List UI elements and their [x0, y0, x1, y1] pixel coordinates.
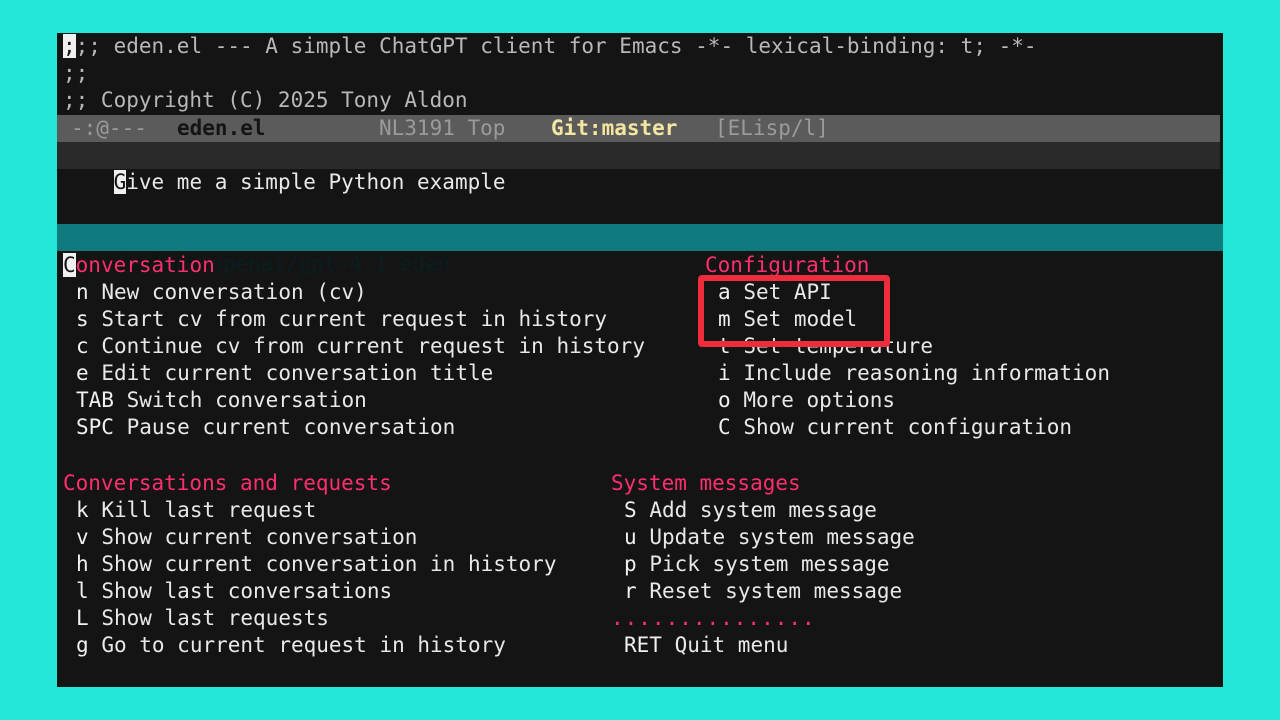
- menu-item-include-reasoning[interactable]: i Include reasoning information: [718, 360, 1110, 387]
- menu-item-switch-conversation[interactable]: TAB Switch conversation: [76, 387, 367, 414]
- menu-item-more-options[interactable]: o More options: [718, 387, 895, 414]
- menu-label: Show last requests: [101, 606, 329, 630]
- code-line-1-text: ;; eden.el --- A simple ChatGPT client f…: [75, 34, 1037, 58]
- menu-label: Show last conversations: [101, 579, 393, 603]
- eden-model-info: openai/gpt-4.1 eden: [210, 252, 451, 276]
- prompt-input[interactable]: Give me a simple Python example: [57, 142, 1220, 194]
- menu-key: L: [76, 606, 89, 630]
- menu-label: Show current conversation in history: [101, 552, 557, 576]
- menu-item-new-conversation[interactable]: n New conversation (cv): [76, 279, 367, 306]
- menu-label: New conversation (cv): [101, 280, 367, 304]
- menu-label: Start cv from current request in history: [101, 307, 608, 331]
- code-line-2[interactable]: ;;: [63, 60, 88, 87]
- menu-label: Include reasoning information: [743, 361, 1110, 385]
- modeline-git-branch[interactable]: Git:master: [551, 115, 677, 142]
- menu-label: Show current configuration: [743, 415, 1073, 439]
- menu-label: Kill last request: [101, 498, 317, 522]
- menu-item-add-system-message[interactable]: S Add system message: [624, 497, 877, 524]
- menu-label: Edit current conversation title: [101, 361, 494, 385]
- menu-key: n: [76, 280, 89, 304]
- menu-key: TAB: [76, 388, 114, 412]
- eden-header-line: *eden* openai/gpt-4.1 eden: [57, 224, 1223, 276]
- mode-line[interactable]: -:@--- eden.el NL3191 Top Git:master [EL…: [57, 115, 1220, 142]
- menu-key: v: [76, 525, 89, 549]
- prompt-text: ive me a simple Python example: [126, 170, 506, 194]
- menu-item-reset-system-message[interactable]: r Reset system message: [624, 578, 902, 605]
- menu-key: S: [624, 498, 637, 522]
- menu-label: Reset system message: [649, 579, 903, 603]
- menu-key: c: [76, 334, 89, 358]
- menu-key: e: [76, 361, 89, 385]
- emacs-frame: ;;; eden.el --- A simple ChatGPT client …: [57, 33, 1223, 687]
- menu-label: Pause current conversation: [126, 415, 456, 439]
- menu-label: More options: [743, 388, 896, 412]
- modeline-major-mode[interactable]: [ELisp/l]: [715, 115, 829, 142]
- menu-key: k: [76, 498, 89, 522]
- menu-item-quit[interactable]: RET Quit menu: [624, 632, 788, 659]
- modeline-filename[interactable]: eden.el: [177, 115, 266, 142]
- menu-key: h: [76, 552, 89, 576]
- menu-item-edit-title[interactable]: e Edit current conversation title: [76, 360, 493, 387]
- menu-item-update-system-message[interactable]: u Update system message: [624, 524, 915, 551]
- menu-label: Add system message: [649, 498, 877, 522]
- modeline-position: NL3191 Top: [379, 116, 506, 140]
- menu-key: g: [76, 633, 89, 657]
- menu-label: Continue cv from current request in hist…: [101, 334, 645, 358]
- section-heading-system-messages: System messages: [611, 471, 801, 495]
- menu-key: i: [718, 361, 731, 385]
- modeline-status: -:@---: [71, 116, 147, 140]
- menu-label: Show current conversation: [101, 525, 418, 549]
- section-heading-conversations-requests: Conversations and requests: [63, 471, 392, 495]
- menu-label: Switch conversation: [126, 388, 367, 412]
- menu-key: RET: [624, 633, 662, 657]
- code-line-1[interactable]: ;;; eden.el --- A simple ChatGPT client …: [63, 33, 1037, 60]
- menu-item-continue-cv[interactable]: c Continue cv from current request in hi…: [76, 333, 645, 360]
- highlight-annotation-box: [698, 275, 890, 347]
- menu-label: Update system message: [649, 525, 915, 549]
- menu-item-kill-request[interactable]: k Kill last request: [76, 497, 316, 524]
- menu-key: p: [624, 552, 637, 576]
- menu-item-pause-conversation[interactable]: SPC Pause current conversation: [76, 414, 455, 441]
- menu-key: s: [76, 307, 89, 331]
- prompt-cursor: G: [113, 170, 127, 194]
- menu-key: C: [718, 415, 731, 439]
- menu-label: Quit menu: [674, 633, 789, 657]
- code-line-3[interactable]: ;; Copyright (C) 2025 Tony Aldon: [63, 87, 468, 114]
- menu-item-show-conversation[interactable]: v Show current conversation: [76, 524, 417, 551]
- menu-item-pick-system-message[interactable]: p Pick system message: [624, 551, 890, 578]
- menu-label: Go to current request in history: [101, 633, 506, 657]
- menu-key: u: [624, 525, 637, 549]
- menu-label: Pick system message: [649, 552, 890, 576]
- section-heading-conversation: Conversation: [63, 253, 215, 277]
- menu-key: l: [76, 579, 89, 603]
- menu-separator: ...............: [611, 606, 816, 630]
- menu-key: o: [718, 388, 731, 412]
- menu-key: SPC: [76, 415, 114, 439]
- menu-item-show-last-conversations[interactable]: l Show last conversations: [76, 578, 392, 605]
- menu-item-show-conversation-history[interactable]: h Show current conversation in history: [76, 551, 556, 578]
- menu-item-start-cv[interactable]: s Start cv from current request in histo…: [76, 306, 607, 333]
- menu-item-go-to-request[interactable]: g Go to current request in history: [76, 632, 506, 659]
- menu-key: r: [624, 579, 637, 603]
- menu-cursor: C: [63, 253, 76, 277]
- menu-item-show-last-requests[interactable]: L Show last requests: [76, 605, 329, 632]
- text-cursor: ;: [63, 34, 76, 58]
- menu-item-show-configuration[interactable]: C Show current configuration: [718, 414, 1072, 441]
